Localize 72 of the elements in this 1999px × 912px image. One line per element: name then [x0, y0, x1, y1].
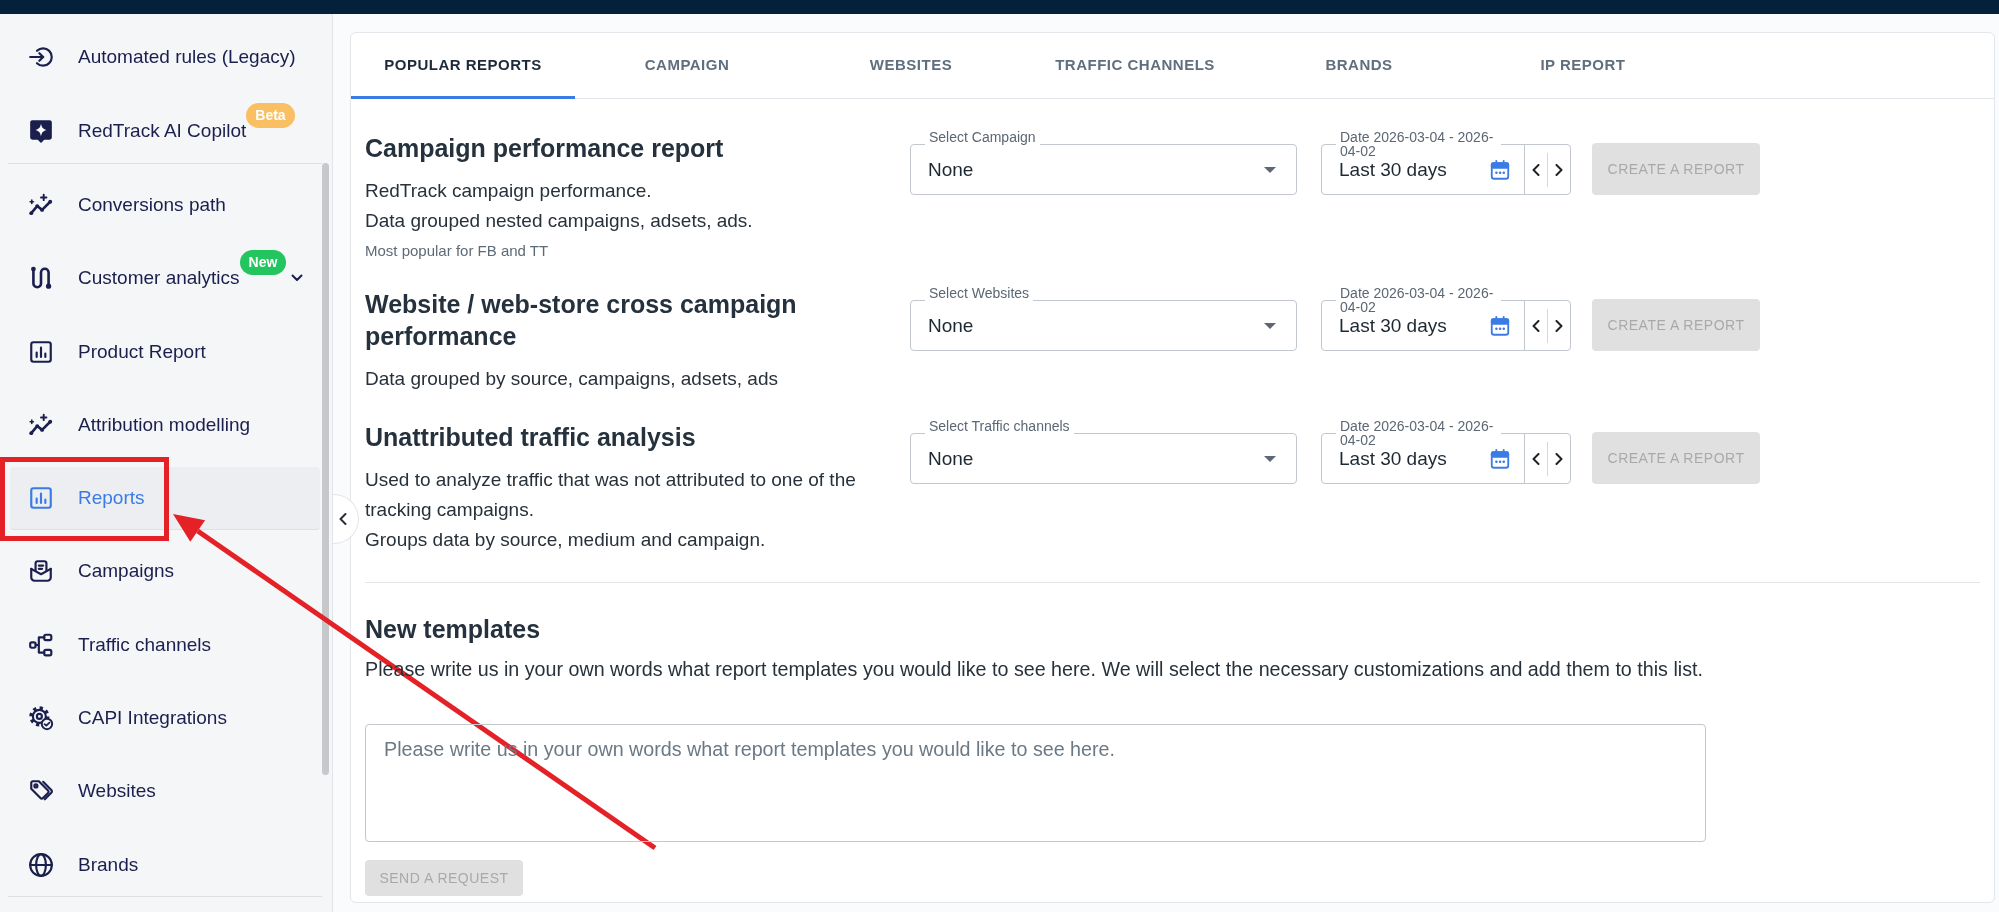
envelope-icon — [28, 558, 54, 585]
date-range-field[interactable]: Date 2026-03-04 - 2026-04-02 Last 30 days — [1321, 130, 1571, 195]
field-value: None — [927, 158, 975, 181]
tab[interactable]: BRANDS — [1247, 33, 1471, 99]
chevron-right-icon — [1555, 452, 1563, 465]
path-nodes-icon — [28, 265, 54, 292]
tab[interactable]: CAMPAIGN — [575, 33, 799, 99]
chevron-left-icon — [339, 513, 347, 525]
sidebar-item[interactable]: RedTrack AI Copilot Beta — [10, 100, 320, 162]
dropdown-arrow-icon — [1264, 166, 1276, 173]
feature-badge: Beta — [246, 102, 295, 128]
bar-chart-icon — [28, 485, 54, 512]
field-label: Select Websites — [928, 286, 1031, 303]
sparkle-chat-icon — [28, 118, 54, 144]
field-label: Select Traffic channels — [928, 419, 1071, 436]
trend-sparkle-icon — [28, 192, 54, 218]
field-value: Last 30 days — [1338, 314, 1448, 337]
dropdown-arrow-icon — [1264, 455, 1276, 462]
field-label: Date 2026-03-04 - 2026-04-02 — [1339, 419, 1495, 447]
feature-badge: New — [239, 249, 287, 275]
select-field[interactable]: Select Websites None — [910, 286, 1297, 351]
dropdown-arrow-icon — [1264, 322, 1276, 329]
sidebar-item[interactable]: Campaigns — [10, 540, 320, 603]
chevron-left-icon — [1532, 319, 1540, 332]
sidebar-item[interactable]: Automated rules (Legacy) — [10, 26, 320, 88]
field-value: None — [927, 314, 975, 337]
calendar-icon — [1489, 158, 1511, 181]
calendar-icon — [1489, 314, 1511, 337]
report-note: Most popular for FB and TT — [365, 241, 550, 261]
date-range-field[interactable]: Date 2026-03-04 - 2026-04-02 Last 30 days — [1321, 419, 1571, 484]
section-title: New templates — [365, 614, 542, 644]
report-description: Used to analyze traffic that was not attributed to one of the tracking campaigns. — [365, 468, 857, 522]
select-field[interactable]: Select Campaign None — [910, 130, 1297, 195]
field-value: None — [927, 447, 975, 470]
chevron-right-icon — [1555, 163, 1563, 176]
report-description: Groups data by source, medium and campaign. — [365, 528, 767, 552]
chevron-left-icon — [1532, 163, 1540, 176]
field-label: Date 2026-03-04 - 2026-04-02 — [1339, 130, 1495, 158]
report-description: Data grouped by source, campaigns, adsets, ads — [365, 367, 779, 391]
sidebar-item[interactable]: Conversions path — [10, 174, 320, 236]
report-title: Campaign performance report — [365, 133, 725, 164]
sidebar-item[interactable]: Customer analytics New — [10, 247, 320, 310]
date-range-field[interactable]: Date 2026-03-04 - 2026-04-02 Last 30 days — [1321, 286, 1571, 351]
tab[interactable]: TRAFFIC CHANNELS — [1023, 33, 1247, 99]
trend-sparkle-icon — [28, 411, 54, 438]
tab[interactable]: POPULAR REPORTS — [351, 33, 575, 99]
connected-nodes-icon — [28, 631, 54, 658]
sign-in-icon — [28, 44, 54, 70]
field-label: Date 2026-03-04 - 2026-04-02 — [1339, 286, 1495, 314]
report-description: Data grouped nested campaigns, adsets, ads. — [365, 209, 754, 233]
bar-chart-icon — [28, 338, 54, 365]
tab[interactable]: WEBSITES — [799, 33, 1023, 99]
sidebar-item[interactable]: Attribution modelling — [10, 393, 320, 456]
sidebar-item[interactable]: Product Report — [10, 320, 320, 383]
sidebar-item[interactable]: Websites — [10, 760, 320, 823]
report-title: Unattributed traffic analysis — [365, 422, 697, 453]
sidebar-item[interactable]: CAPI Integrations — [10, 687, 320, 750]
field-value: Last 30 days — [1338, 158, 1448, 181]
report-description: RedTrack campaign performance. — [365, 179, 653, 203]
globe-icon — [28, 851, 54, 878]
sidebar-item[interactable]: Brands — [10, 833, 320, 896]
chevron-left-icon — [1532, 452, 1540, 465]
select-field[interactable]: Select Traffic channels None — [910, 419, 1297, 484]
chevron-right-icon — [1555, 319, 1563, 332]
calendar-icon — [1489, 447, 1511, 470]
scrollbar[interactable] — [322, 163, 329, 775]
gear-check-icon — [28, 705, 54, 732]
field-value: Last 30 days — [1338, 447, 1448, 470]
field-label: Select Campaign — [928, 130, 1037, 147]
sidebar-item[interactable]: Traffic channels — [10, 613, 320, 676]
report-title: Website / web-store cross campaign performance — [365, 289, 798, 352]
tab[interactable]: IP REPORT — [1471, 33, 1695, 99]
